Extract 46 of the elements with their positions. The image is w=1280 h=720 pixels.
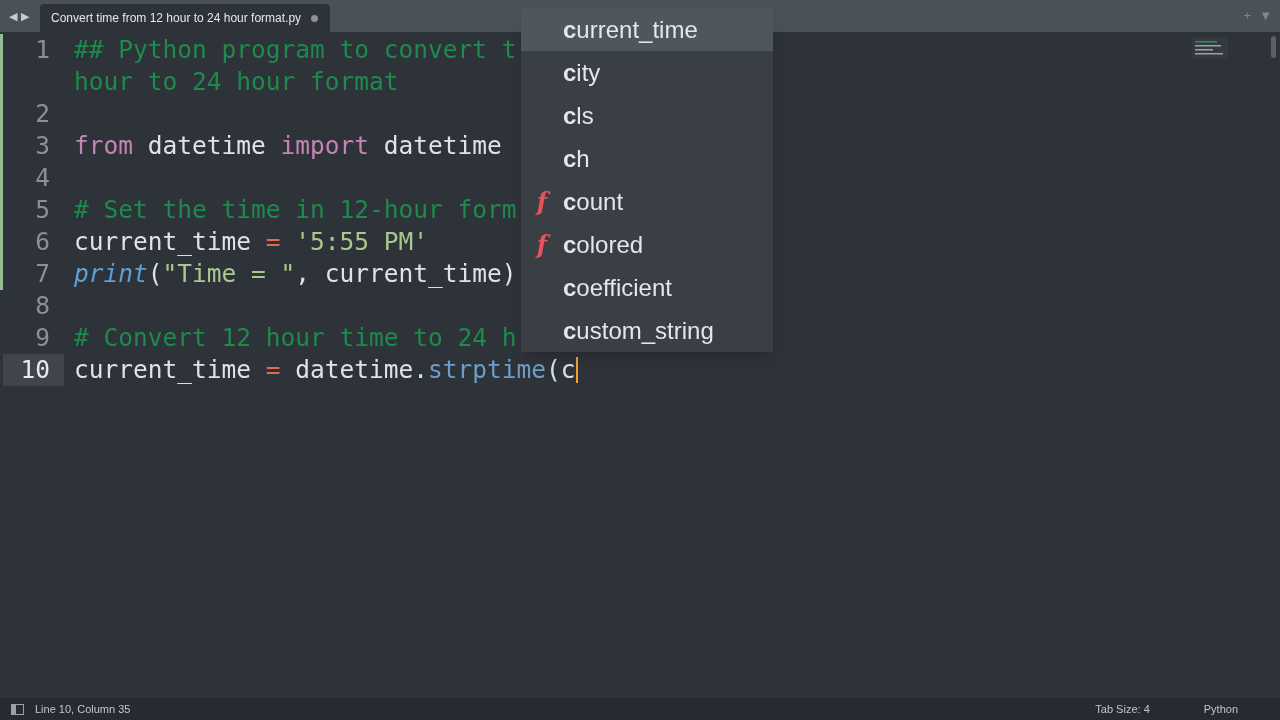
scrollbar-thumb[interactable]	[1271, 36, 1276, 58]
line-number: 4	[34, 162, 51, 194]
completion-item[interactable]: ch	[521, 137, 773, 180]
line-number: 2	[34, 98, 51, 130]
file-tab[interactable]: Convert time from 12 hour to 24 hour format.py	[40, 4, 330, 32]
completion-item[interactable]: f count	[521, 180, 773, 223]
completion-item[interactable]: custom_string	[521, 309, 773, 352]
code-token: print	[74, 258, 148, 290]
line-number: 1	[34, 34, 51, 66]
cursor-position: Line 10, Column 35	[35, 701, 131, 717]
minimap[interactable]	[1192, 38, 1228, 58]
code-token: =	[265, 354, 281, 386]
code-token: current_time	[74, 226, 252, 258]
completion-item[interactable]: coefficient	[521, 266, 773, 309]
completion-item[interactable]: f colored	[521, 223, 773, 266]
code-token: import	[280, 130, 370, 162]
code-comment: ## Python program to convert t	[74, 34, 517, 66]
code-token: datetime	[146, 130, 267, 162]
syntax-mode[interactable]: Python	[1203, 700, 1238, 718]
code-token: =	[265, 226, 281, 258]
line-number: 6	[34, 226, 51, 258]
code-token: current_time	[74, 354, 252, 386]
code-token: from	[74, 130, 133, 162]
code-token: (	[147, 258, 163, 290]
code-token: , current_time)	[295, 258, 517, 290]
line-number: 10	[3, 354, 64, 386]
code-token: '5:55 PM'	[295, 226, 429, 258]
line-number: 5	[34, 194, 51, 226]
completion-item[interactable]: city	[521, 51, 773, 94]
code-token: datetime	[382, 130, 502, 162]
completion-item[interactable]: cls	[521, 94, 773, 137]
line-number: 8	[34, 290, 51, 322]
line-number: 3	[34, 130, 51, 162]
line-number: 7	[34, 258, 51, 290]
code-token: "Time = "	[162, 258, 296, 290]
code-token: datetime.	[294, 354, 429, 386]
code-token: (c	[546, 354, 576, 386]
code-comment: # Set the time in 12-hour form	[74, 194, 517, 226]
code-comment: hour to 24 hour format	[74, 66, 399, 98]
text-cursor	[575, 357, 578, 383]
completion-item[interactable]: current_time	[521, 8, 773, 51]
line-number: 9	[34, 322, 51, 354]
tab-size[interactable]: Tab Size: 4	[1095, 700, 1150, 718]
code-token: strptime	[428, 354, 547, 386]
panel-toggle-icon[interactable]	[11, 703, 24, 715]
code-comment: # Convert 12 hour time to 24 h	[74, 322, 517, 354]
